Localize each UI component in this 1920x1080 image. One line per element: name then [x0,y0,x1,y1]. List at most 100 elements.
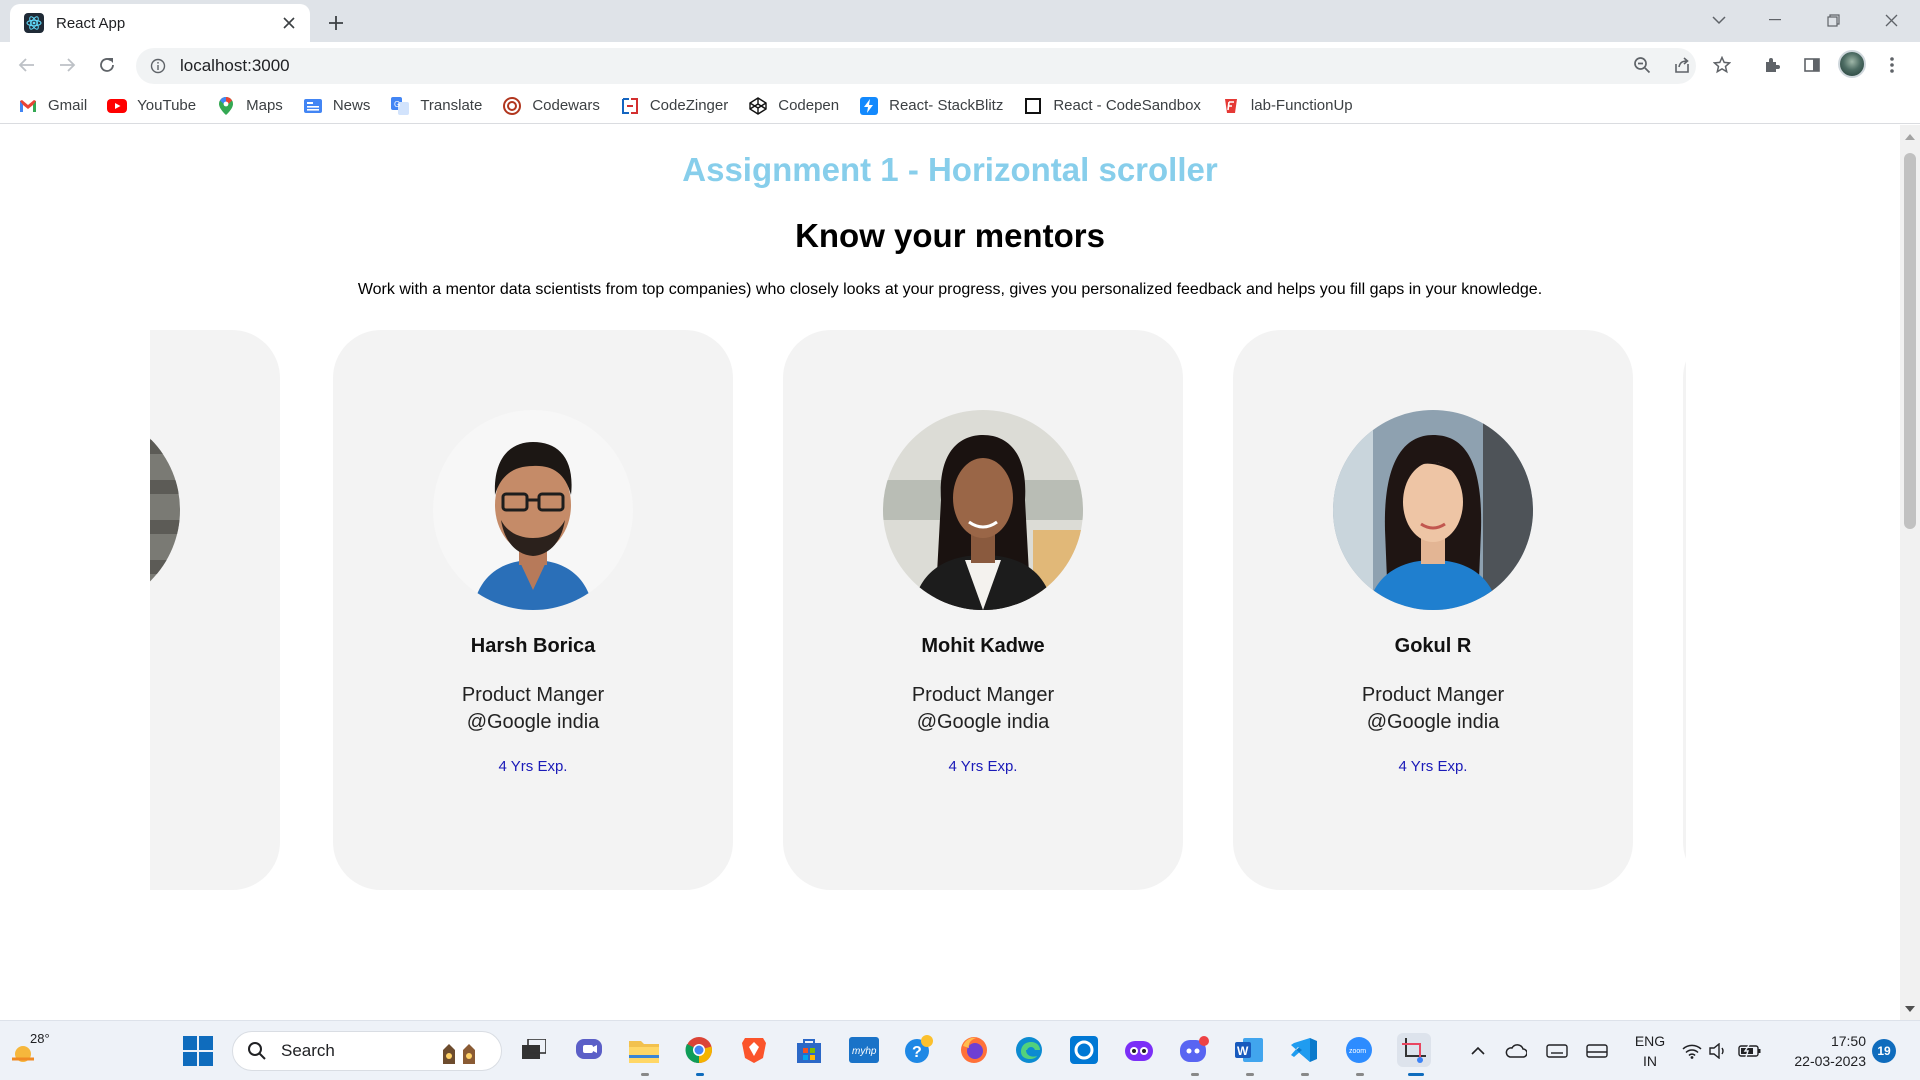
bookmark-label: Translate [420,97,483,114]
bookmark-codezinger[interactable]: CodeZinger [620,92,728,120]
page-description: Work with a mentor data scientists from … [357,281,1543,298]
microsoft-store-icon[interactable] [792,1033,826,1067]
functionup-icon [1221,96,1241,116]
browser-toolbar: localhost:3000 [0,42,1920,88]
search-icon [248,1042,266,1060]
mentor-experience: 4 Yrs Exp. [498,758,568,775]
bookmark-codepen[interactable]: Codepen [748,92,839,120]
mentor-card[interactable]: Harsh Borica Product Manger @Google indi… [333,330,733,890]
page-content: Assignment 1 - Horizontal scroller Know … [0,125,1900,1020]
tab-search-icon[interactable] [1696,6,1742,34]
bookmark-functionup[interactable]: lab-FunctionUp [1221,92,1353,120]
mentor-card[interactable]: Mohit Kadwe Product Manger @Google india… [783,330,1183,890]
page-scrollbar[interactable] [1900,125,1920,1020]
forward-icon[interactable] [52,50,82,80]
system-clock[interactable]: 17:50 22-03-2023 [1776,1031,1866,1071]
scroll-down-arrow[interactable] [1905,1006,1915,1012]
word-icon[interactable]: W [1232,1033,1266,1067]
bookmark-stackblitz[interactable]: React- StackBlitz [859,92,1003,120]
chrome-icon[interactable] [682,1033,716,1067]
reload-icon[interactable] [92,50,122,80]
restore-icon[interactable] [1810,6,1856,34]
search-label: Search [281,1041,335,1060]
taskbar-search[interactable]: Search [232,1031,502,1071]
gmail-icon [18,96,38,116]
close-window-icon[interactable] [1868,6,1914,34]
help-icon[interactable]: ? [902,1033,936,1067]
brave-icon[interactable] [737,1033,771,1067]
scroll-up-arrow[interactable] [1905,134,1915,140]
mentor-name: Harsh Borica [470,635,596,657]
file-explorer-icon[interactable] [627,1033,661,1067]
profile-avatar[interactable] [1838,50,1866,78]
mentor-role: Product Manger @Google india [1233,682,1633,736]
clock-date: 22-03-2023 [1794,1053,1866,1069]
region-code: IN [1643,1053,1657,1069]
back-icon[interactable] [12,50,42,80]
bookmark-maps[interactable]: Maps [216,92,283,120]
minimize-icon[interactable] [1752,6,1798,34]
svg-text:zoom: zoom [1349,1048,1366,1055]
mentor-card-partial-left: y r [150,330,280,890]
mentor-role-title: Product Manger [461,684,605,706]
bookmark-translate[interactable]: G Translate [390,92,482,120]
discord-icon[interactable] [1177,1033,1211,1067]
bookmark-label: Codepen [778,97,840,114]
firefox-icon[interactable] [957,1033,991,1067]
cortana-icon[interactable] [1067,1033,1101,1067]
bookmark-label: React - CodeSandbox [1053,97,1201,114]
onedrive-cloud-icon[interactable] [1504,1039,1528,1063]
teams-chat-icon[interactable] [572,1033,606,1067]
close-tab-icon[interactable] [278,12,300,34]
horizontal-scroller[interactable]: y r Harsh Borica [150,330,1686,910]
keyboard-icon[interactable] [1545,1039,1569,1063]
mentor-card-partial-right [1683,330,1686,890]
bookmark-label: Codewars [532,97,600,114]
tab-title: React App [56,14,126,32]
zoom-app-icon[interactable]: zoom [1342,1033,1376,1067]
vscode-icon[interactable] [1287,1033,1321,1067]
mentor-company: @Google india [1366,711,1500,733]
snipping-tool-icon[interactable] [1397,1033,1431,1067]
site-info-icon[interactable] [150,58,166,74]
codezinger-icon [620,96,640,116]
bookmark-star-icon[interactable] [1708,51,1736,79]
svg-text:myhp: myhp [852,1046,877,1057]
bookmark-codesandbox[interactable]: React - CodeSandbox [1023,92,1201,120]
side-panel-icon[interactable] [1798,51,1826,79]
assignment-title: Assignment 1 - Horizontal scroller [682,151,1218,188]
new-tab-button[interactable] [322,9,350,37]
weather-widget[interactable]: 28° [10,1031,50,1071]
myhp-icon[interactable]: myhp [847,1033,881,1067]
volume-icon[interactable] [1706,1039,1730,1063]
weather-temp: 28° [30,1031,50,1046]
show-hidden-icons-chevron-icon[interactable] [1466,1039,1490,1063]
mentor-role-title: Product Manger [1361,684,1505,706]
windows-start-icon[interactable] [183,1036,213,1066]
drive-icon[interactable] [1585,1039,1609,1063]
task-view-icon[interactable] [517,1033,551,1067]
scrollbar-thumb[interactable] [1904,153,1916,529]
bookmark-codewars[interactable]: Codewars [502,92,600,120]
page-heading: Know your mentors [795,217,1105,254]
svg-text:G: G [394,100,400,109]
language-indicator[interactable]: ENG IN [1630,1031,1670,1071]
mentor-card[interactable]: Gokul R Product Manger @Google india 4 Y… [1233,330,1633,890]
zoom-icon[interactable] [1628,51,1656,79]
address-bar[interactable]: localhost:3000 [136,48,1696,84]
battery-icon[interactable] [1738,1039,1762,1063]
share-icon[interactable] [1668,51,1696,79]
game-app-icon[interactable] [1122,1033,1156,1067]
svg-text:?: ? [912,1044,922,1061]
bookmark-gmail[interactable]: Gmail [18,92,87,120]
extensions-icon[interactable] [1758,51,1786,79]
wifi-icon[interactable] [1680,1039,1704,1063]
edge-icon[interactable] [1012,1033,1046,1067]
clock-time: 17:50 [1830,1033,1866,1049]
notification-badge[interactable]: 19 [1872,1039,1896,1063]
codepen-icon [748,96,768,116]
menu-kebab-icon[interactable] [1878,51,1906,79]
bookmark-youtube[interactable]: YouTube [107,92,196,120]
bookmark-news[interactable]: News [303,92,370,120]
browser-tab[interactable]: React App [10,4,310,42]
